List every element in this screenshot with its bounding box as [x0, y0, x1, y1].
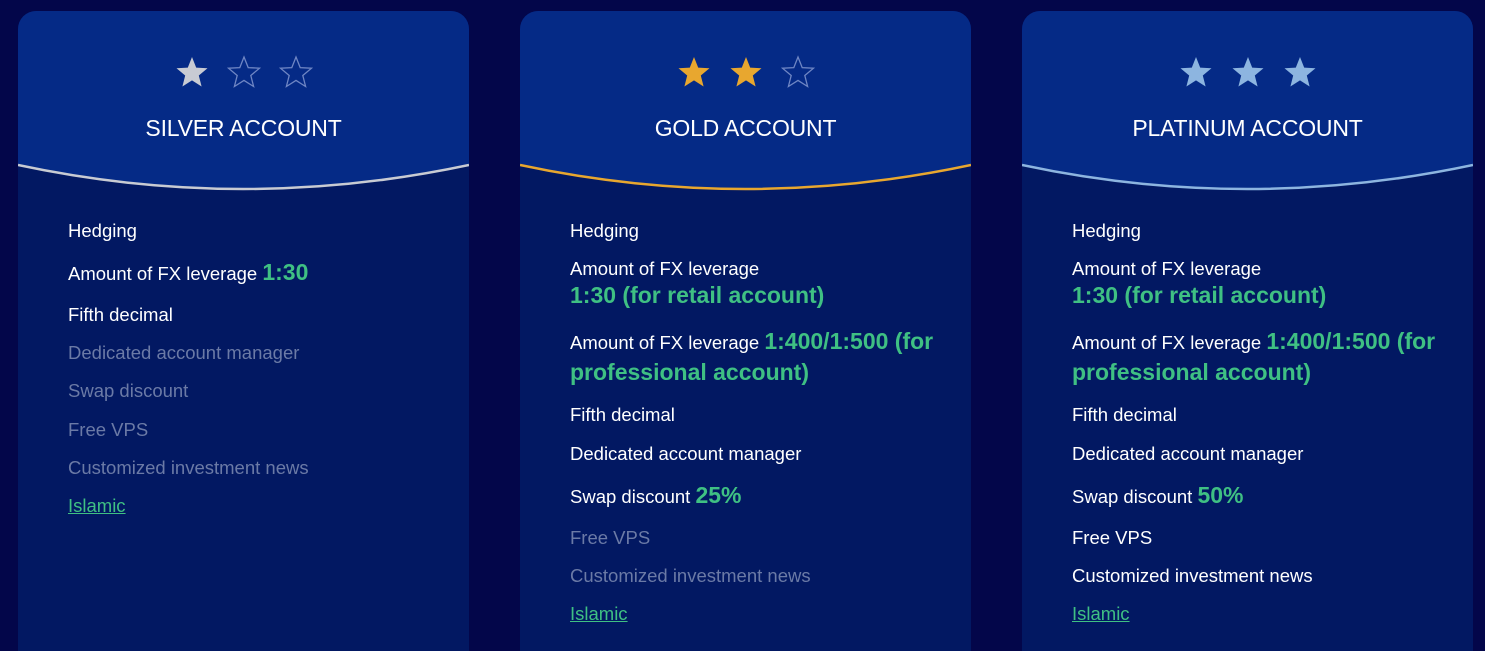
card-header: SILVER ACCOUNT [18, 11, 469, 196]
feature-label: Fifth decimal [570, 404, 675, 426]
feature-item: Free VPS [68, 418, 448, 441]
star-empty-icon [780, 55, 815, 88]
star-empty-icon [278, 55, 313, 88]
islamic-link[interactable]: Islamic [68, 495, 126, 516]
account-title: PLATINUM ACCOUNT [1132, 115, 1363, 141]
feature-list: Hedging Amount of FX leverage 1:30 (for re… [570, 219, 950, 640]
star-rating [18, 55, 469, 89]
feature-item: Customized investment news [68, 456, 448, 479]
feature-value: 1:30 [262, 259, 309, 286]
feature-item: Free VPS [570, 526, 950, 549]
feature-item: Hedging [570, 219, 950, 242]
feature-item: Amount of FX leverage 1:400/1:500 (for p… [570, 326, 950, 388]
feature-item: Fifth decimal [68, 303, 448, 326]
account-title: SILVER ACCOUNT [145, 115, 342, 141]
feature-label: Swap discount [570, 485, 691, 507]
feature-label: Dedicated account manager [570, 442, 802, 464]
feature-label: Customized investment news [68, 456, 309, 478]
feature-label: Customized investment news [1072, 564, 1313, 586]
feature-list: Hedging Amount of FX leverage 1:30 Fifth d… [68, 219, 448, 532]
feature-label: Amount of FX leverage [68, 263, 258, 285]
feature-label: Amount of FX leverage [570, 258, 760, 280]
feature-item: Customized investment news [1072, 564, 1452, 587]
star-filled-icon [1180, 57, 1211, 87]
account-title: GOLD ACCOUNT [654, 115, 837, 141]
feature-label: Fifth decimal [1072, 404, 1177, 426]
feature-item: Amount of FX leverage 1:30 [68, 257, 448, 288]
star-filled-icon [678, 57, 709, 87]
feature-label: Amount of FX leverage [1072, 258, 1262, 280]
silver-account-card: SILVER ACCOUNT Hedging Amount of FX levera… [18, 11, 469, 651]
feature-value: 25% [695, 481, 742, 508]
star-rating [520, 55, 971, 89]
feature-value: 50% [1197, 481, 1244, 508]
feature-item: Fifth decimal [1072, 403, 1452, 426]
feature-value: 1:30 (for retail account) [570, 282, 825, 309]
feature-item: Dedicated account manager [68, 341, 448, 364]
star-empty-icon [226, 55, 261, 88]
feature-label: Fifth decimal [68, 304, 173, 326]
feature-label: Swap discount [1072, 485, 1193, 507]
feature-item: Amount of FX leverage 1:400/1:500 (for p… [1072, 326, 1452, 388]
feature-item: Swap discount 50% [1072, 480, 1452, 511]
islamic-link[interactable]: Islamic [1072, 603, 1130, 624]
star-rating [1022, 55, 1473, 89]
account-cards: SILVER ACCOUNT Hedging Amount of FX levera… [0, 0, 1485, 651]
platinum-account-card: PLATINUM ACCOUNT Hedging Amount of FX leve… [1022, 11, 1473, 651]
feature-item: Swap discount 25% [570, 480, 950, 511]
feature-item: Free VPS [1072, 526, 1452, 549]
feature-item: Amount of FX leverage 1:30 (for retail ac… [1072, 257, 1452, 311]
gold-account-card: GOLD ACCOUNT Hedging Amount of FX leverage… [520, 11, 971, 651]
feature-item: Islamic [570, 602, 950, 625]
feature-label: Amount of FX leverage [1072, 332, 1262, 354]
feature-item: Islamic [68, 494, 448, 517]
feature-item: Hedging [68, 219, 448, 242]
feature-label: Amount of FX leverage [570, 332, 760, 354]
star-filled-icon [730, 57, 761, 87]
star-filled-icon [1232, 57, 1263, 87]
feature-label: Free VPS [570, 526, 651, 548]
feature-label: Customized investment news [570, 564, 811, 586]
feature-item: Swap discount [68, 379, 448, 402]
feature-label: Free VPS [68, 418, 149, 440]
feature-label: Hedging [68, 220, 137, 241]
feature-label: Hedging [1072, 220, 1141, 241]
feature-list: Hedging Amount of FX leverage 1:30 (for re… [1072, 219, 1452, 640]
feature-item: Hedging [1072, 219, 1452, 242]
card-header: PLATINUM ACCOUNT [1022, 11, 1473, 196]
feature-item: Dedicated account manager [570, 442, 950, 465]
feature-value: 1:30 (for retail account) [1072, 282, 1327, 309]
feature-label: Dedicated account manager [1072, 442, 1304, 464]
feature-label: Swap discount [68, 380, 189, 402]
islamic-link[interactable]: Islamic [570, 603, 628, 624]
feature-item: Customized investment news [570, 564, 950, 587]
feature-item: Dedicated account manager [1072, 442, 1452, 465]
feature-label: Hedging [570, 220, 639, 241]
card-header: GOLD ACCOUNT [520, 11, 971, 196]
star-filled-icon [176, 57, 207, 87]
feature-item: Amount of FX leverage 1:30 (for retail ac… [570, 257, 950, 311]
star-filled-icon [1284, 57, 1315, 87]
feature-label: Free VPS [1072, 526, 1153, 548]
feature-label: Dedicated account manager [68, 342, 300, 364]
feature-item: Fifth decimal [570, 403, 950, 426]
feature-item: Islamic [1072, 602, 1452, 625]
